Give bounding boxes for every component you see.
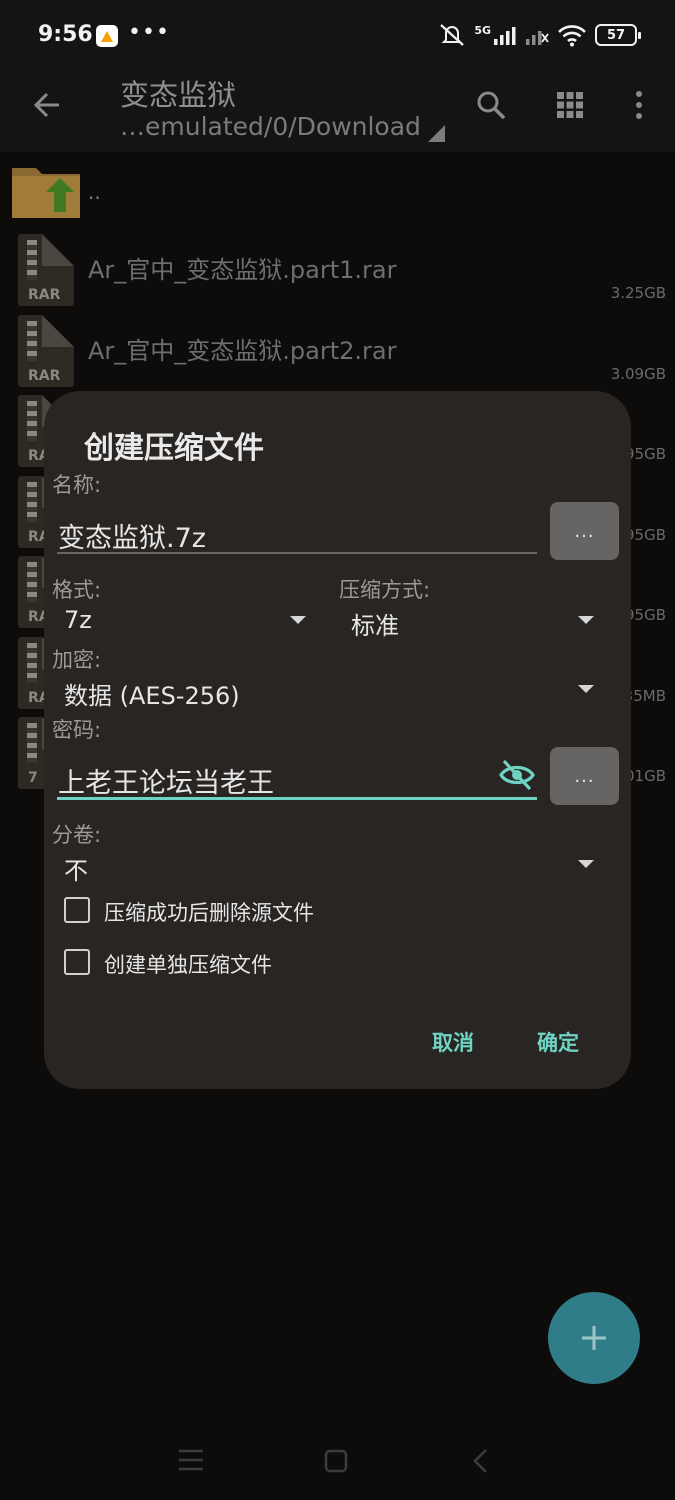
password-input[interactable]: 上老王论坛当老王 — [58, 761, 274, 800]
dialog-title: 创建压缩文件 — [84, 431, 264, 466]
browse-name-button[interactable]: ... — [550, 502, 619, 560]
password-options-button[interactable]: ... — [550, 747, 619, 805]
back-nav-icon[interactable] — [472, 1448, 488, 1474]
status-icons: 5G 57 — [438, 22, 641, 48]
chevron-down-icon[interactable] — [578, 860, 594, 868]
list-item[interactable]: RAR Ar_官中_变态监狱.part2.rar 3.09GB — [0, 313, 675, 393]
network-type-label: 5G — [474, 23, 491, 37]
file-size: 95GB — [624, 445, 666, 463]
file-name: Ar_官中_变态监狱.part2.rar — [88, 337, 397, 365]
method-label: 压缩方式: — [339, 578, 431, 602]
archive-name-input[interactable]: 变态监狱.7z — [58, 516, 206, 555]
wifi-icon — [558, 25, 586, 47]
name-label: 名称: — [52, 473, 102, 497]
silent-bell-icon — [440, 24, 465, 46]
grid-icon — [557, 92, 583, 118]
signal-2-icon — [526, 31, 549, 45]
add-fab-button[interactable] — [548, 1292, 640, 1384]
create-archive-dialog: 创建压缩文件 名称: 变态监狱.7z ... 格式: 7z 压缩方式: 标准 加… — [44, 391, 631, 1089]
file-size: 95GB — [624, 606, 666, 624]
signal-icon — [494, 27, 516, 45]
file-size: 95GB — [624, 526, 666, 544]
more-options-button[interactable] — [616, 82, 662, 128]
app-notification-icon — [96, 25, 118, 47]
delete-source-checkbox[interactable] — [64, 897, 90, 923]
format-label: 格式: — [52, 578, 102, 602]
more-vertical-icon — [636, 91, 642, 119]
cancel-button[interactable]: 取消 — [432, 1027, 474, 1057]
back-button[interactable] — [26, 84, 68, 126]
password-underline — [57, 797, 537, 800]
split-label: 分卷: — [52, 823, 102, 847]
delete-source-label[interactable]: 压缩成功后删除源文件 — [104, 897, 314, 927]
file-size: 3.25GB — [610, 284, 666, 302]
ok-button[interactable]: 确定 — [537, 1027, 579, 1057]
rar-file-icon: RAR — [18, 315, 74, 387]
file-size: 3.09GB — [610, 365, 666, 383]
folder-title: 变态监狱 — [120, 78, 237, 112]
chevron-down-icon[interactable] — [578, 616, 594, 624]
path-dropdown-icon[interactable] — [428, 125, 445, 142]
name-underline — [57, 552, 537, 554]
search-icon — [477, 91, 506, 120]
encryption-select[interactable]: 数据 (AES-256) — [64, 676, 240, 711]
plus-icon — [582, 1326, 606, 1350]
folder-path[interactable]: …emulated/0/Download — [120, 112, 421, 141]
home-icon[interactable] — [324, 1449, 348, 1473]
menu-icon[interactable] — [178, 1448, 204, 1472]
separate-archives-label[interactable]: 创建单独压缩文件 — [104, 949, 272, 979]
status-bar: 9:56 ••• 5G 57 — [0, 0, 675, 70]
app-toolbar: 变态监狱 …emulated/0/Download — [0, 70, 675, 152]
parent-folder-label[interactable]: .. — [88, 180, 101, 204]
status-time: 9:56 — [38, 22, 93, 47]
rar-file-icon: RAR — [18, 234, 74, 306]
system-nav-bar — [0, 1420, 675, 1500]
password-label: 密码: — [52, 718, 102, 742]
grid-view-button[interactable] — [547, 82, 593, 128]
parent-folder-icon[interactable] — [10, 160, 82, 220]
list-item[interactable]: RAR Ar_官中_变态监狱.part1.rar 3.25GB — [0, 232, 675, 312]
separate-archives-checkbox[interactable] — [64, 949, 90, 975]
file-name: Ar_官中_变态监狱.part1.rar — [88, 256, 397, 284]
format-select[interactable]: 7z — [64, 606, 92, 634]
back-arrow-icon — [33, 92, 59, 118]
search-button[interactable] — [468, 82, 514, 128]
visibility-off-icon[interactable] — [498, 758, 536, 792]
battery-icon: 57 — [595, 24, 641, 46]
more-notifications-icon: ••• — [128, 20, 170, 45]
file-size: 01GB — [624, 767, 666, 785]
chevron-down-icon[interactable] — [578, 685, 594, 693]
chevron-down-icon[interactable] — [290, 616, 306, 624]
method-select[interactable]: 标准 — [351, 606, 399, 641]
split-select[interactable]: 不 — [64, 851, 88, 886]
encryption-label: 加密: — [52, 648, 102, 672]
